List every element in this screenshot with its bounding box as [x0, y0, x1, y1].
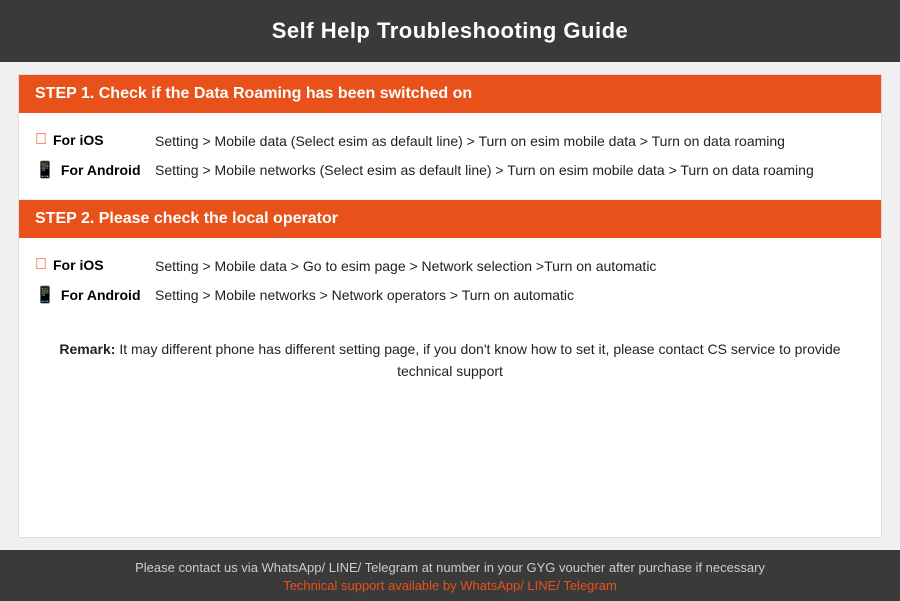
footer-main-text: Please contact us via WhatsApp/ LINE/ Te… — [0, 560, 900, 575]
step1-ios-text: Setting > Mobile data (Select esim as de… — [155, 131, 785, 152]
step2-android-row: 📱 For Android Setting > Mobile networks … — [35, 285, 865, 306]
apple-icon:  — [35, 131, 47, 149]
step2-rows:  For iOS Setting > Mobile data > Go to … — [19, 238, 881, 324]
step2-heading: STEP 2. Please check the local operator — [35, 210, 338, 227]
step1-android-row: 📱 For Android Setting > Mobile networks … — [35, 160, 865, 181]
android-icon: 📱 — [35, 160, 55, 180]
step2-ios-text: Setting > Mobile data > Go to esim page … — [155, 256, 656, 277]
footer-support-text: Technical support available by WhatsApp/… — [0, 578, 900, 593]
step1-heading: STEP 1. Check if the Data Roaming has be… — [35, 85, 472, 102]
remark-text: It may different phone has different set… — [119, 341, 840, 379]
step1-android-label: 📱 For Android — [35, 160, 155, 180]
step1-header: STEP 1. Check if the Data Roaming has be… — [19, 75, 881, 113]
android-icon-2: 📱 — [35, 285, 55, 305]
step2-android-label: 📱 For Android — [35, 285, 155, 305]
step1-ios-row:  For iOS Setting > Mobile data (Select … — [35, 131, 865, 152]
step2-android-text: Setting > Mobile networks > Network oper… — [155, 285, 574, 306]
main-content: STEP 1. Check if the Data Roaming has be… — [18, 74, 882, 538]
step1-rows:  For iOS Setting > Mobile data (Select … — [19, 113, 881, 200]
step2-ios-row:  For iOS Setting > Mobile data > Go to … — [35, 256, 865, 277]
step1-ios-label:  For iOS — [35, 131, 155, 149]
apple-icon-2:  — [35, 256, 47, 274]
page-title: Self Help Troubleshooting Guide — [0, 18, 900, 44]
step1-android-text: Setting > Mobile networks (Select esim a… — [155, 160, 814, 181]
footer: Please contact us via WhatsApp/ LINE/ Te… — [0, 550, 900, 601]
step2-ios-label:  For iOS — [35, 256, 155, 274]
step2-header: STEP 2. Please check the local operator — [19, 200, 881, 238]
remark-label: Remark: — [59, 341, 115, 357]
remark-section: Remark: It may different phone has diffe… — [19, 324, 881, 397]
page-header: Self Help Troubleshooting Guide — [0, 0, 900, 62]
